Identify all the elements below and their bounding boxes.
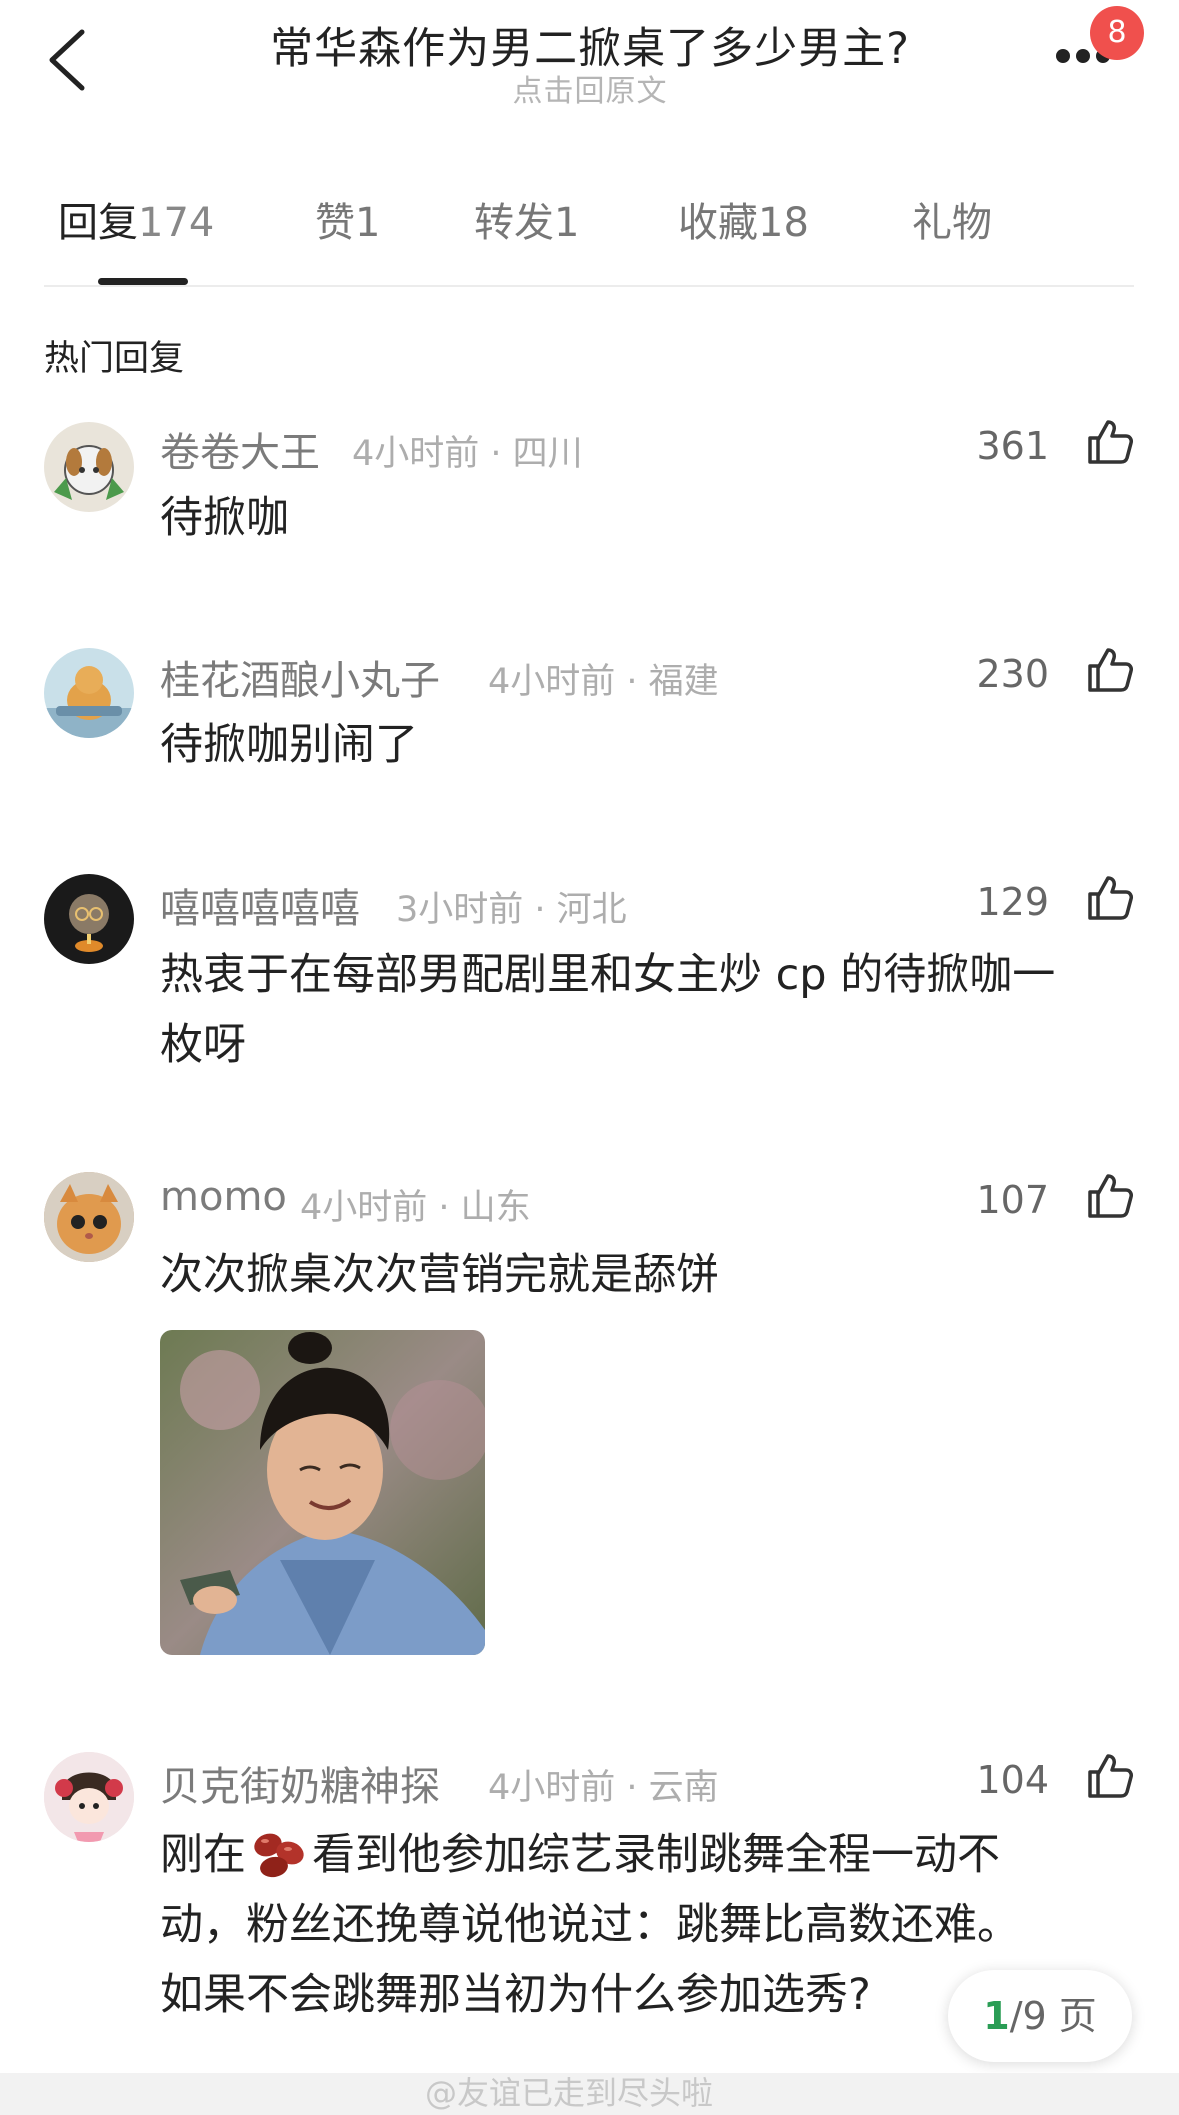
top-bar: 常华森作为男二掀桌了多少男主? 点击回原文 8	[0, 0, 1179, 140]
notification-badge: 8	[1090, 6, 1144, 60]
divider	[44, 285, 1134, 287]
comment-line: 动，粉丝还挽尊说他说过：跳舞比高数还难。	[160, 1900, 1020, 1950]
thumbs-up-icon[interactable]	[1086, 1172, 1134, 1220]
comment-text: 待掀咖	[160, 493, 289, 543]
comment-image[interactable]	[160, 1330, 485, 1655]
comment-author[interactable]: 卷卷大王	[160, 420, 320, 478]
comment-line: 刚在 看到他参加综艺录制跳舞全程一动不	[160, 1820, 1140, 1890]
hot-replies-heading: 热门回复	[44, 339, 185, 379]
comment-line: 热衷于在每部男配剧里和女主炒 cp 的待掀咖一	[160, 950, 1056, 1000]
tab-likes[interactable]: 赞1	[315, 190, 380, 248]
comment-author[interactable]: momo	[160, 1174, 287, 1220]
comment-text: 待掀咖别闹了	[160, 720, 418, 770]
thumbs-up-icon[interactable]	[1086, 874, 1134, 922]
tab-reposts[interactable]: 转发1	[474, 190, 579, 248]
avatar[interactable]	[44, 422, 134, 512]
comment-meta: 3小时前 · 河北	[396, 890, 627, 930]
tab-bar: 回复174 赞1 转发1 收藏18 礼物	[0, 190, 1179, 280]
comment-meta: 4小时前 · 云南	[488, 1768, 719, 1808]
comment-fragment: 刚在	[160, 1830, 246, 1880]
comment-author[interactable]: 桂花酒酿小丸子	[160, 648, 440, 706]
avatar[interactable]	[44, 874, 134, 964]
comment-meta: 4小时前 · 四川	[352, 434, 583, 474]
comment-meta: 4小时前 · 福建	[488, 662, 719, 702]
like-count: 104	[976, 1758, 1049, 1802]
bean-emoji-icon	[254, 1833, 304, 1878]
page-indicator[interactable]: 1/9 页	[948, 1970, 1132, 2062]
like-count: 129	[976, 880, 1049, 924]
comment-text: 次次掀桌次次营销完就是舔饼	[160, 1250, 719, 1300]
active-tab-indicator	[98, 278, 188, 285]
comment-meta: 4小时前 · 山东	[300, 1188, 531, 1228]
avatar[interactable]	[44, 1172, 134, 1262]
thumbs-up-icon[interactable]	[1086, 418, 1134, 466]
back-arrow-icon[interactable]	[44, 28, 94, 92]
current-page: 1	[983, 1994, 1010, 2038]
comment-author[interactable]: 贝克街奶糖神探	[160, 1754, 440, 1812]
avatar[interactable]	[44, 648, 134, 738]
comment-fragment: 看到他参加综艺录制跳舞全程一动不	[312, 1830, 1000, 1880]
thumbs-up-icon[interactable]	[1086, 646, 1134, 694]
comment-line: 枚呀	[160, 1020, 246, 1070]
avatar[interactable]	[44, 1752, 134, 1842]
back-to-original-link[interactable]: 点击回原文	[200, 66, 980, 110]
tab-favorites[interactable]: 收藏18	[678, 190, 809, 248]
tab-gifts[interactable]: 礼物	[912, 190, 992, 248]
tab-replies[interactable]: 回复174	[58, 190, 214, 248]
thumbs-up-icon[interactable]	[1086, 1752, 1134, 1800]
like-count: 361	[976, 424, 1049, 468]
watermark: @友谊已走到尽头啦	[425, 2074, 714, 2112]
like-count: 107	[976, 1178, 1049, 1222]
total-pages: /9 页	[1009, 1994, 1097, 2038]
like-count: 230	[976, 652, 1049, 696]
comment-author[interactable]: 嘻嘻嘻嘻嘻	[160, 876, 360, 934]
comment-text: 热衷于在每部男配剧里和女主炒 cp 的待掀咖一 枚呀	[160, 940, 1140, 1080]
